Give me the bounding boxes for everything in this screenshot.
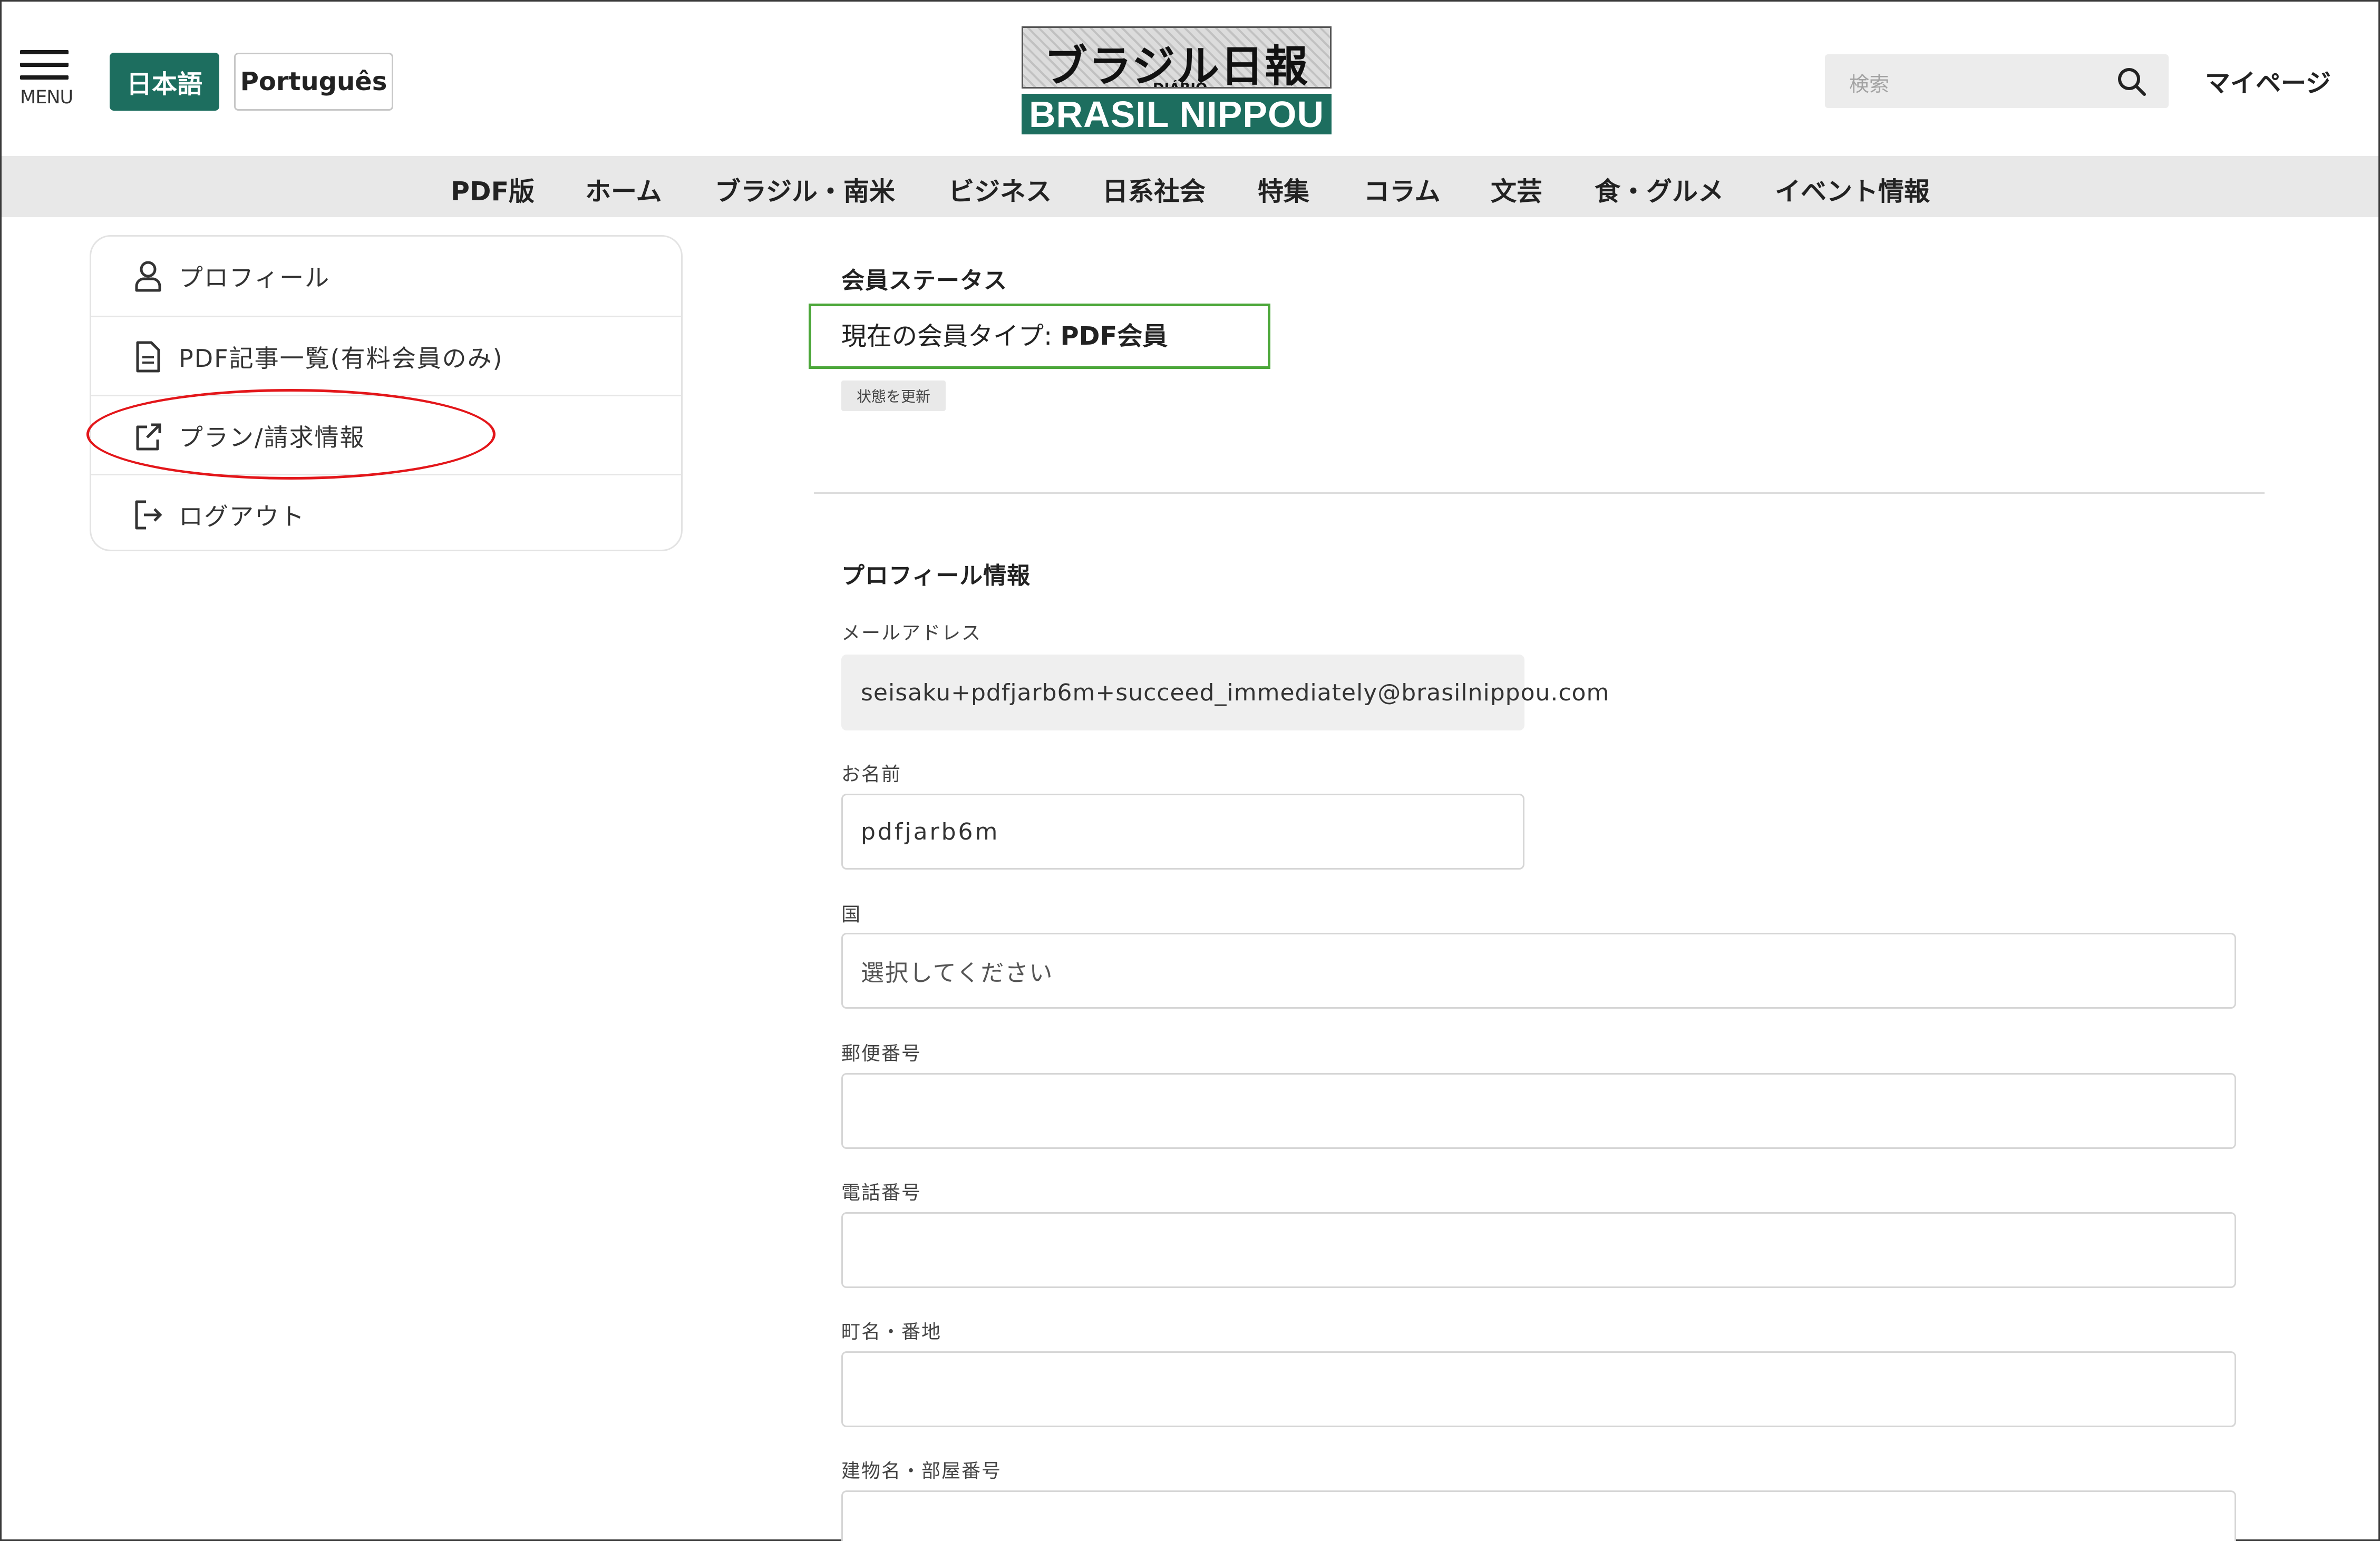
window-frame bbox=[0, 0, 2380, 1541]
sidebar-item-profile[interactable]: プロフィール bbox=[91, 237, 681, 316]
nav-item-home[interactable]: ホーム bbox=[585, 171, 662, 208]
nav-item-pdf[interactable]: PDF版 bbox=[451, 171, 535, 208]
mypage-link[interactable]: マイページ bbox=[2205, 62, 2331, 99]
phone-label: 電話番号 bbox=[841, 1182, 922, 1204]
nav-item-literature[interactable]: 文芸 bbox=[1491, 171, 1542, 208]
nav-item-nikkei[interactable]: 日系社会 bbox=[1102, 171, 1206, 208]
member-status-title: 会員ステータス bbox=[841, 267, 1007, 294]
member-type-text: 現在の会員タイプ: PDF会員 bbox=[841, 315, 1168, 352]
nav-item-gourmet[interactable]: 食・グルメ bbox=[1595, 171, 1724, 208]
email-field: seisaku+pdfjarb6m+succeed_immediately@br… bbox=[841, 655, 1609, 730]
search-input[interactable]: 検索 bbox=[1825, 54, 2169, 108]
annotation-red-ellipse bbox=[86, 389, 496, 480]
zip-field[interactable] bbox=[841, 1073, 2236, 1149]
building-field[interactable] bbox=[841, 1490, 2236, 1541]
sidebar-item-logout[interactable]: ログアウト bbox=[91, 474, 681, 554]
site-logo[interactable]: ブラジル日報 DIÁRIO BRASIL NIPPOU bbox=[1022, 26, 1332, 135]
email-value: seisaku+pdfjarb6m+succeed_immediately@br… bbox=[861, 679, 1610, 706]
main-nav: PDF版 ホーム ブラジル・南米 ビジネス 日系社会 特集 コラム 文芸 食・グ… bbox=[2, 156, 2378, 217]
hamburger-icon-bar bbox=[20, 75, 69, 80]
sidebar-item-pdf-articles[interactable]: PDF記事一覧(有料会員のみ) bbox=[91, 316, 681, 396]
language-japanese-button[interactable]: 日本語 bbox=[110, 53, 219, 111]
sidebar-item-label: PDF記事一覧(有料会員のみ) bbox=[179, 344, 503, 373]
sidebar-item-label: プロフィール bbox=[179, 264, 331, 292]
search-icon[interactable] bbox=[2115, 65, 2149, 99]
nav-item-brazil[interactable]: ブラジル・南米 bbox=[715, 171, 895, 208]
member-type-value: PDF会員 bbox=[1060, 321, 1168, 351]
member-type-prefix: 現在の会員タイプ: bbox=[841, 321, 1061, 351]
document-icon bbox=[136, 341, 160, 373]
zip-label: 郵便番号 bbox=[841, 1043, 922, 1065]
nav-item-events[interactable]: イベント情報 bbox=[1775, 171, 1930, 208]
logo-japanese-text: ブラジル日報 bbox=[1044, 42, 1309, 89]
nav-item-column[interactable]: コラム bbox=[1364, 171, 1441, 208]
logo-banner: ブラジル日報 DIÁRIO bbox=[1022, 26, 1332, 89]
address-label: 町名・番地 bbox=[841, 1321, 942, 1343]
account-sidebar: プロフィール PDF記事一覧(有料会員のみ) プラン/請求情報 ログアウト bbox=[90, 235, 683, 551]
phone-field[interactable] bbox=[841, 1212, 2236, 1288]
country-select[interactable]: 選択してください bbox=[841, 933, 2236, 1009]
country-value: 選択してください bbox=[861, 960, 1054, 987]
name-field[interactable]: pdfjarb6m bbox=[841, 794, 1524, 870]
logo-diario-text: DIÁRIO bbox=[1153, 81, 1208, 89]
search-placeholder: 検索 bbox=[1849, 73, 1890, 96]
address-field[interactable] bbox=[841, 1351, 2236, 1427]
country-label: 国 bbox=[841, 904, 862, 925]
sidebar-item-label: ログアウト bbox=[179, 502, 305, 531]
logo-english-text: BRASIL NIPPOU bbox=[1022, 94, 1332, 135]
hamburger-icon-bar bbox=[20, 63, 69, 67]
menu-label: MENU bbox=[20, 87, 73, 108]
nav-item-business[interactable]: ビジネス bbox=[948, 171, 1052, 208]
menu-button[interactable]: MENU bbox=[20, 50, 73, 111]
name-value: pdfjarb6m bbox=[861, 818, 1000, 845]
user-icon bbox=[135, 261, 161, 292]
profile-info-title: プロフィール情報 bbox=[841, 562, 1031, 589]
logout-icon bbox=[135, 500, 162, 530]
nav-item-features[interactable]: 特集 bbox=[1258, 171, 1309, 208]
language-portuguese-button[interactable]: Português bbox=[234, 53, 393, 111]
hamburger-icon bbox=[20, 50, 69, 54]
name-label: お名前 bbox=[841, 764, 902, 785]
email-label: メールアドレス bbox=[841, 622, 982, 644]
refresh-status-button[interactable]: 状態を更新 bbox=[841, 381, 946, 411]
building-label: 建物名・部屋番号 bbox=[841, 1460, 1002, 1482]
section-divider bbox=[814, 492, 2265, 494]
